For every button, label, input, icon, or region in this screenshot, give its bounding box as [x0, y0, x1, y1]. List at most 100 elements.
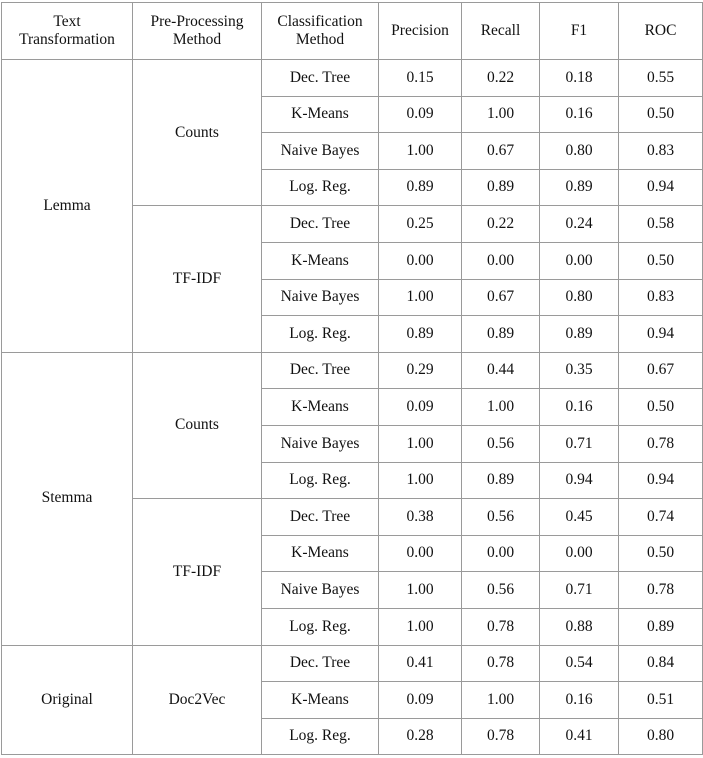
precision-value-cell: 0.89: [378, 315, 462, 353]
table-body: Lemma Counts Dec. Tree 0.15 0.22 0.18 0.55 K-Me…: [1, 58, 703, 756]
precision-value-cell: 0.29: [378, 351, 462, 390]
table-header-row: Text Transformation Pre-Processing Metho…: [1, 2, 703, 60]
table-header: Text Transformation Pre-Processing Metho…: [1, 2, 703, 60]
recall-value-cell: 0.00: [461, 534, 540, 573]
recall-value-cell: 0.78: [461, 717, 540, 756]
recall-value-cell: 0.67: [461, 132, 540, 170]
precision-value-cell: 0.15: [378, 59, 462, 97]
classification-method-cell: Dec. Tree: [261, 59, 379, 97]
f1-value-cell: 0.89: [539, 168, 619, 207]
recall-value-cell: 0.78: [461, 607, 540, 646]
classification-method-cell: Log. Reg.: [261, 461, 379, 500]
recall-value-cell: 0.89: [461, 315, 540, 353]
column-header-recall: Recall: [461, 2, 540, 60]
classification-method-cell: Dec. Tree: [261, 351, 379, 390]
roc-value-cell: 0.78: [618, 571, 703, 609]
classification-method-cell: Log. Reg.: [261, 607, 379, 646]
f1-value-cell: 0.88: [539, 607, 619, 646]
roc-value-cell: 0.50: [618, 95, 703, 134]
classification-method-cell: Dec. Tree: [261, 644, 379, 683]
f1-value-cell: 0.35: [539, 351, 619, 390]
table-row: Original Doc2Vec Dec. Tree 0.41 0.78 0.54 0.84: [1, 644, 703, 756]
pre-processing-method-cell: Counts: [132, 58, 262, 207]
roc-value-cell: 0.84: [618, 644, 703, 683]
precision-value-cell: 1.00: [378, 132, 462, 170]
precision-value-cell: 1.00: [378, 278, 462, 317]
f1-value-cell: 0.71: [539, 571, 619, 609]
f1-value-cell: 0.94: [539, 461, 619, 500]
text-transformation-cell: Lemma: [1, 59, 133, 353]
roc-value-cell: 0.78: [618, 424, 703, 463]
roc-value-cell: 0.55: [618, 59, 703, 97]
pre-processing-method-cell: TF-IDF: [132, 205, 262, 353]
precision-value-cell: 1.00: [378, 607, 462, 646]
recall-value-cell: 0.56: [461, 571, 540, 609]
pre-processing-method-cell: TF-IDF: [132, 498, 262, 646]
classification-method-cell: Log. Reg.: [261, 315, 379, 353]
roc-value-cell: 0.50: [618, 241, 703, 280]
precision-value-cell: 0.28: [378, 717, 462, 756]
roc-value-cell: 0.80: [618, 717, 703, 756]
f1-value-cell: 0.16: [539, 388, 619, 426]
roc-value-cell: 0.94: [618, 315, 703, 353]
f1-value-cell: 0.80: [539, 132, 619, 170]
precision-value-cell: 0.09: [378, 95, 462, 134]
recall-value-cell: 0.44: [461, 351, 540, 390]
precision-value-cell: 0.09: [378, 388, 462, 426]
precision-value-cell: 0.25: [378, 205, 462, 243]
precision-value-cell: 1.00: [378, 461, 462, 500]
precision-value-cell: 0.00: [378, 534, 462, 573]
recall-value-cell: 0.56: [461, 424, 540, 463]
classification-results-table: Text Transformation Pre-Processing Metho…: [1, 2, 703, 756]
classification-method-cell: Naive Bayes: [261, 571, 379, 609]
table-row: Stemma Counts Dec. Tree 0.29 0.44 0.35 0.67: [1, 351, 703, 646]
precision-value-cell: 0.38: [378, 498, 462, 536]
roc-value-cell: 0.89: [618, 607, 703, 646]
classification-method-cell: Dec. Tree: [261, 205, 379, 243]
roc-value-cell: 0.50: [618, 388, 703, 426]
column-header-precision: Precision: [378, 2, 462, 60]
f1-value-cell: 0.45: [539, 498, 619, 536]
table-row: Lemma Counts Dec. Tree 0.15 0.22 0.18 0.55: [1, 58, 703, 353]
roc-value-cell: 0.74: [618, 498, 703, 536]
precision-value-cell: 1.00: [378, 424, 462, 463]
f1-value-cell: 0.18: [539, 59, 619, 97]
roc-value-cell: 0.58: [618, 205, 703, 243]
recall-value-cell: 1.00: [461, 388, 540, 426]
recall-value-cell: 0.89: [461, 168, 540, 207]
classification-method-cell: Dec. Tree: [261, 498, 379, 536]
classification-method-cell: K-Means: [261, 241, 379, 280]
column-header-classification-method: Classification Method: [261, 2, 379, 60]
classification-method-cell: K-Means: [261, 388, 379, 426]
precision-value-cell: 0.00: [378, 241, 462, 280]
precision-value-cell: 0.09: [378, 681, 462, 719]
recall-value-cell: 0.56: [461, 498, 540, 536]
recall-value-cell: 1.00: [461, 95, 540, 134]
roc-value-cell: 0.50: [618, 534, 703, 573]
f1-value-cell: 0.24: [539, 205, 619, 243]
f1-value-cell: 0.00: [539, 241, 619, 280]
roc-value-cell: 0.83: [618, 278, 703, 317]
f1-value-cell: 0.41: [539, 717, 619, 756]
recall-value-cell: 0.00: [461, 241, 540, 280]
text-transformation-cell: Stemma: [1, 351, 133, 646]
roc-value-cell: 0.94: [618, 461, 703, 500]
roc-value-cell: 0.51: [618, 681, 703, 719]
column-header-pre-processing-method: Pre-Processing Method: [132, 2, 262, 60]
f1-value-cell: 0.89: [539, 315, 619, 353]
classification-method-cell: Naive Bayes: [261, 132, 379, 170]
f1-value-cell: 0.00: [539, 534, 619, 573]
classification-method-cell: K-Means: [261, 681, 379, 719]
roc-value-cell: 0.67: [618, 351, 703, 390]
recall-value-cell: 0.78: [461, 644, 540, 683]
recall-value-cell: 1.00: [461, 681, 540, 719]
recall-value-cell: 0.22: [461, 59, 540, 97]
column-header-roc: ROC: [618, 2, 703, 60]
precision-value-cell: 0.41: [378, 644, 462, 683]
classification-method-cell: Naive Bayes: [261, 278, 379, 317]
f1-value-cell: 0.16: [539, 681, 619, 719]
f1-value-cell: 0.71: [539, 424, 619, 463]
recall-value-cell: 0.89: [461, 461, 540, 500]
roc-value-cell: 0.83: [618, 132, 703, 170]
classification-method-cell: Naive Bayes: [261, 424, 379, 463]
